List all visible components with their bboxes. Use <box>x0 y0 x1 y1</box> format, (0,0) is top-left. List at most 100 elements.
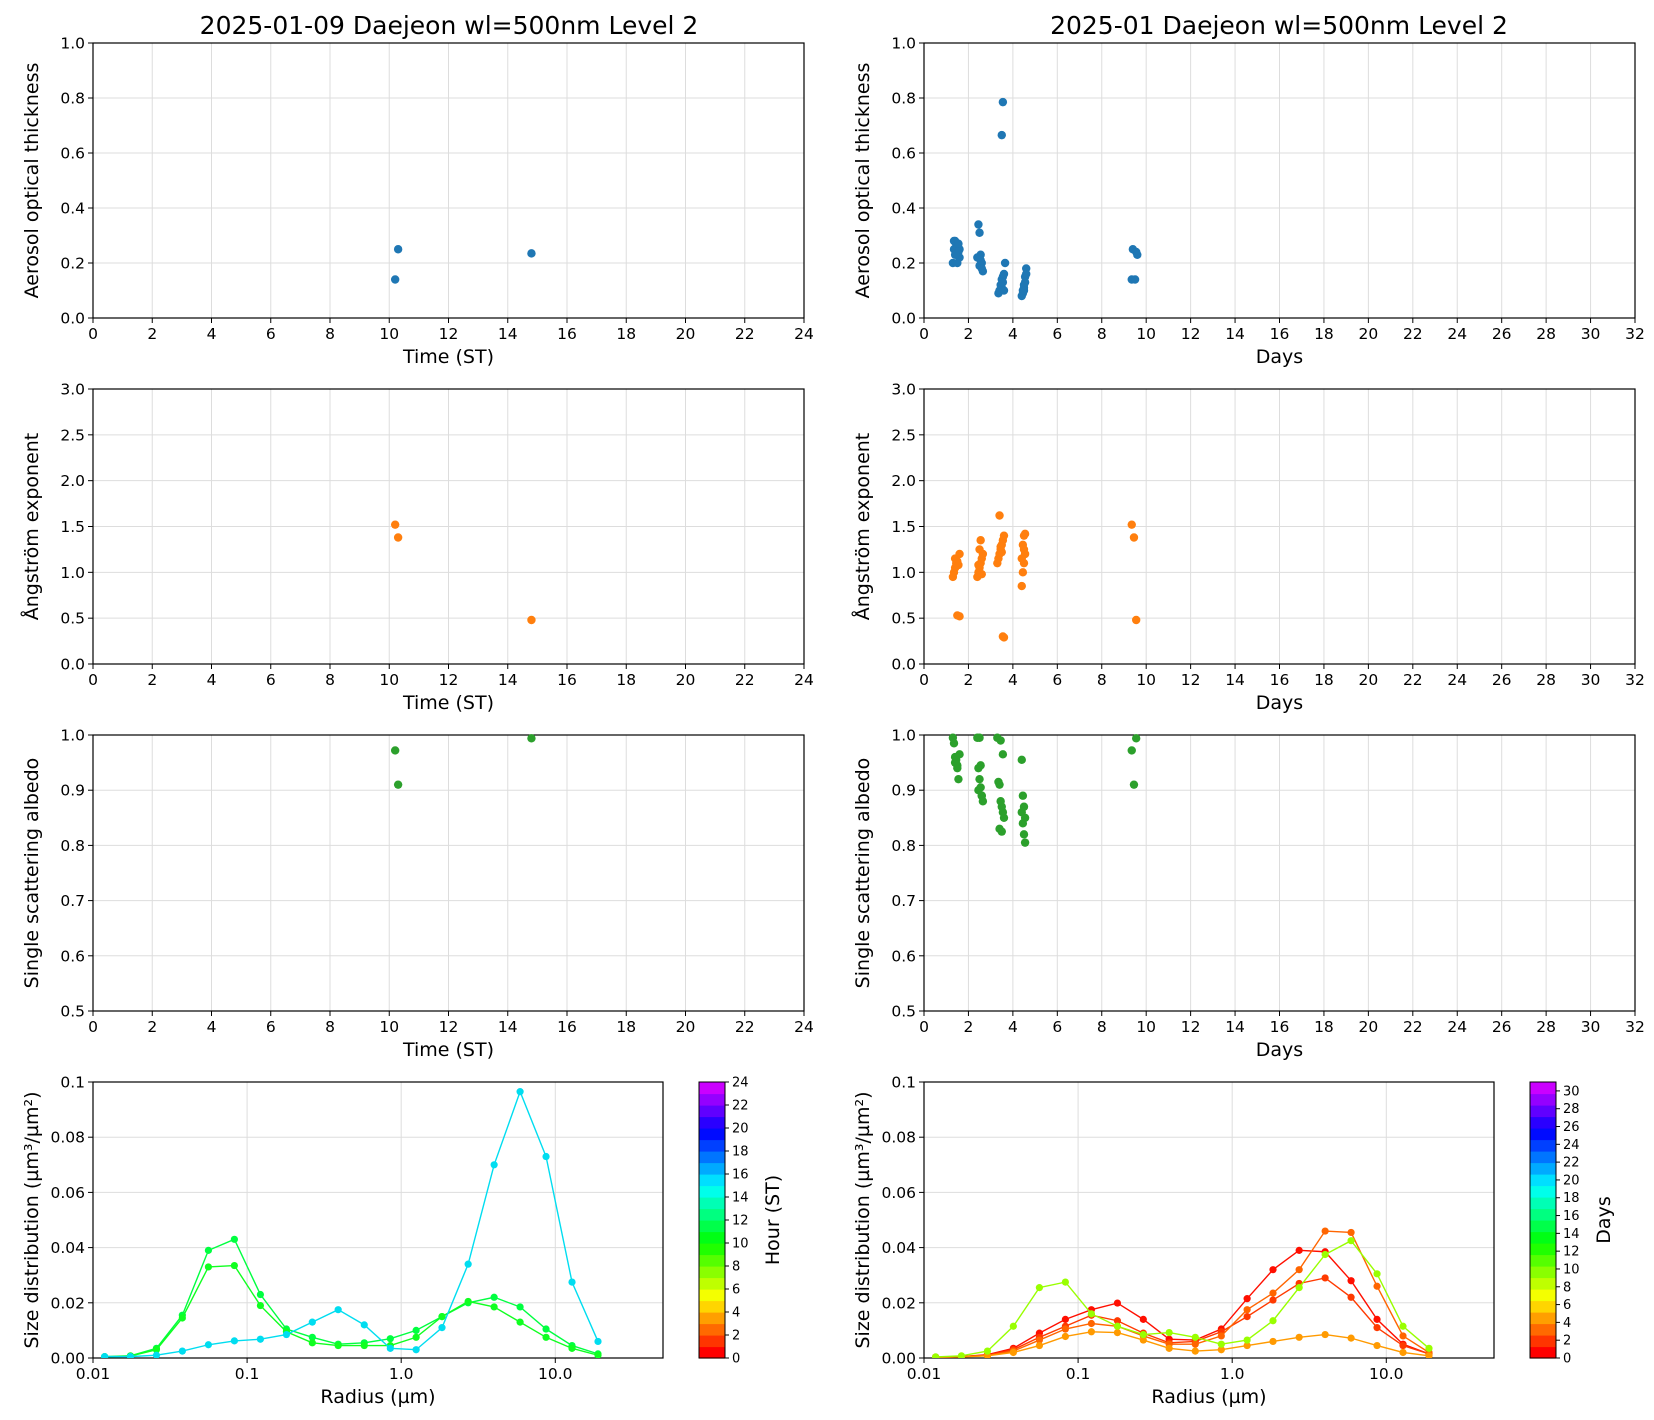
x-tick-label: 30 <box>1581 325 1601 343</box>
y-tick-label: 0.04 <box>50 1239 85 1257</box>
data-point <box>393 780 403 789</box>
colorbar-segment <box>699 1266 725 1279</box>
data-point <box>1000 258 1010 268</box>
x-tick-label: 4 <box>1008 325 1018 343</box>
y-tick-label: 0.08 <box>881 1129 916 1147</box>
x-tick-label: 4 <box>1008 1018 1018 1036</box>
data-point <box>1165 1344 1173 1352</box>
x-tick-label: 24 <box>1447 325 1467 343</box>
colorbar-segment <box>1530 1346 1556 1359</box>
data-point <box>1191 1347 1199 1355</box>
colorbar-segment <box>1530 1300 1556 1313</box>
y-tick-label: 0.8 <box>891 837 916 855</box>
colorbar-tick-label: 0 <box>732 1352 740 1367</box>
x-tick-label: 2 <box>964 325 974 343</box>
colorbar-segment <box>1530 1151 1556 1164</box>
x-tick-label: 8 <box>1097 671 1107 689</box>
y-tick-label: 1.0 <box>60 564 85 582</box>
colorbar-segment <box>1530 1266 1556 1279</box>
y-tick-label: 0.0 <box>60 310 85 328</box>
data-point <box>1139 1315 1147 1323</box>
plot-area <box>948 511 1141 642</box>
y-tick-label: 0.00 <box>881 1350 916 1368</box>
y-tick-label: 0.7 <box>60 892 85 910</box>
data-point <box>1295 1284 1303 1292</box>
x-tick-label: 14 <box>1225 671 1245 689</box>
data-point <box>308 1318 316 1326</box>
data-point <box>1129 533 1139 542</box>
x-tick-label: 8 <box>1097 325 1107 343</box>
chart-ae_month: 0 2 4 6 8 10 12 14 16 18 20 22 24 26 28 30 320.00.51.01.… <box>851 381 1645 715</box>
data-point <box>1087 1328 1096 1336</box>
colorbar-segment <box>1530 1220 1556 1233</box>
data-point <box>178 1347 186 1355</box>
data-point <box>1373 1324 1381 1332</box>
x-tick-label: 0 <box>88 671 98 689</box>
data-point <box>256 1301 265 1310</box>
colorbar-segment <box>699 1346 725 1359</box>
x-tick-label: 28 <box>1536 671 1556 689</box>
y-tick-label: 0.8 <box>60 90 85 108</box>
data-point <box>998 750 1008 759</box>
colorbar-segment <box>699 1312 725 1325</box>
y-tick-label: 0.9 <box>891 782 916 800</box>
plot-area <box>390 245 536 284</box>
y-tick-label: 0.5 <box>891 610 916 628</box>
colorbar-tick-label: 4 <box>1563 1316 1571 1331</box>
data-point <box>1399 1322 1407 1330</box>
colorbar-segment <box>1530 1197 1556 1210</box>
data-point <box>1425 1344 1433 1352</box>
data-point <box>1269 1289 1277 1297</box>
y-tick-label: 0.0 <box>891 310 916 328</box>
data-point <box>1019 545 1029 554</box>
axes-frame <box>923 1081 1495 1359</box>
data-point <box>490 1303 498 1311</box>
data-point <box>412 1333 420 1341</box>
y-axis-label: Size distribution (µm³/µm²) <box>852 1091 874 1348</box>
data-point <box>490 1161 498 1169</box>
y-tick-label: 0.4 <box>60 200 85 218</box>
data-point <box>126 1353 135 1358</box>
data-point <box>999 269 1009 279</box>
x-tick-label: 0.1 <box>1066 1365 1091 1383</box>
data-point <box>996 542 1005 551</box>
colorbar-tick-label: 16 <box>732 1168 749 1183</box>
data-point <box>542 1152 550 1161</box>
x-tick-label: 14 <box>498 325 518 343</box>
data-point <box>1399 1332 1407 1340</box>
data-point <box>412 1346 420 1354</box>
y-tick-label: 0.0 <box>60 656 85 674</box>
y-tick-label: 1.5 <box>891 518 916 536</box>
data-point <box>386 1344 394 1352</box>
x-tick-label: 6 <box>266 325 276 343</box>
x-tick-label: 18 <box>616 671 636 689</box>
x-tick-label: 20 <box>676 325 696 343</box>
chart-ssa_month: 0 2 4 6 8 10 12 14 16 18 20 22 24 26 28 30 320.50.60.70.… <box>852 727 1645 1062</box>
data-point <box>977 791 986 800</box>
left-column-title: 2025-01-09 Daejeon wl=500nm Level 2 <box>200 11 699 40</box>
data-point <box>393 533 403 542</box>
colorbar-tick-label: 22 <box>732 1099 749 1114</box>
colorbar-tick-label: 10 <box>732 1237 749 1252</box>
data-point <box>464 1297 472 1306</box>
data-point <box>1129 780 1139 789</box>
plot-area <box>390 734 536 789</box>
y-tick-label: 0.5 <box>891 1003 916 1021</box>
colorbar-tick-label: 18 <box>732 1145 749 1160</box>
x-tick-label: 12 <box>439 671 459 689</box>
y-tick-label: 0.06 <box>50 1184 85 1202</box>
data-point <box>1020 529 1030 539</box>
y-tick-label: 2.5 <box>60 426 85 444</box>
colorbar-segment <box>1530 1323 1556 1336</box>
data-point <box>1131 734 1141 743</box>
x-tick-label: 16 <box>557 1018 577 1036</box>
data-point <box>983 1347 992 1355</box>
axes-frame <box>92 1081 664 1359</box>
data-point <box>204 1263 213 1271</box>
x-tick-label: 6 <box>1052 671 1062 689</box>
y-axis-label: Single scattering albedo <box>852 758 874 989</box>
data-point <box>490 1293 498 1301</box>
data-point <box>1127 520 1136 529</box>
y-tick-label: 0.6 <box>60 145 85 163</box>
data-point <box>998 97 1008 107</box>
